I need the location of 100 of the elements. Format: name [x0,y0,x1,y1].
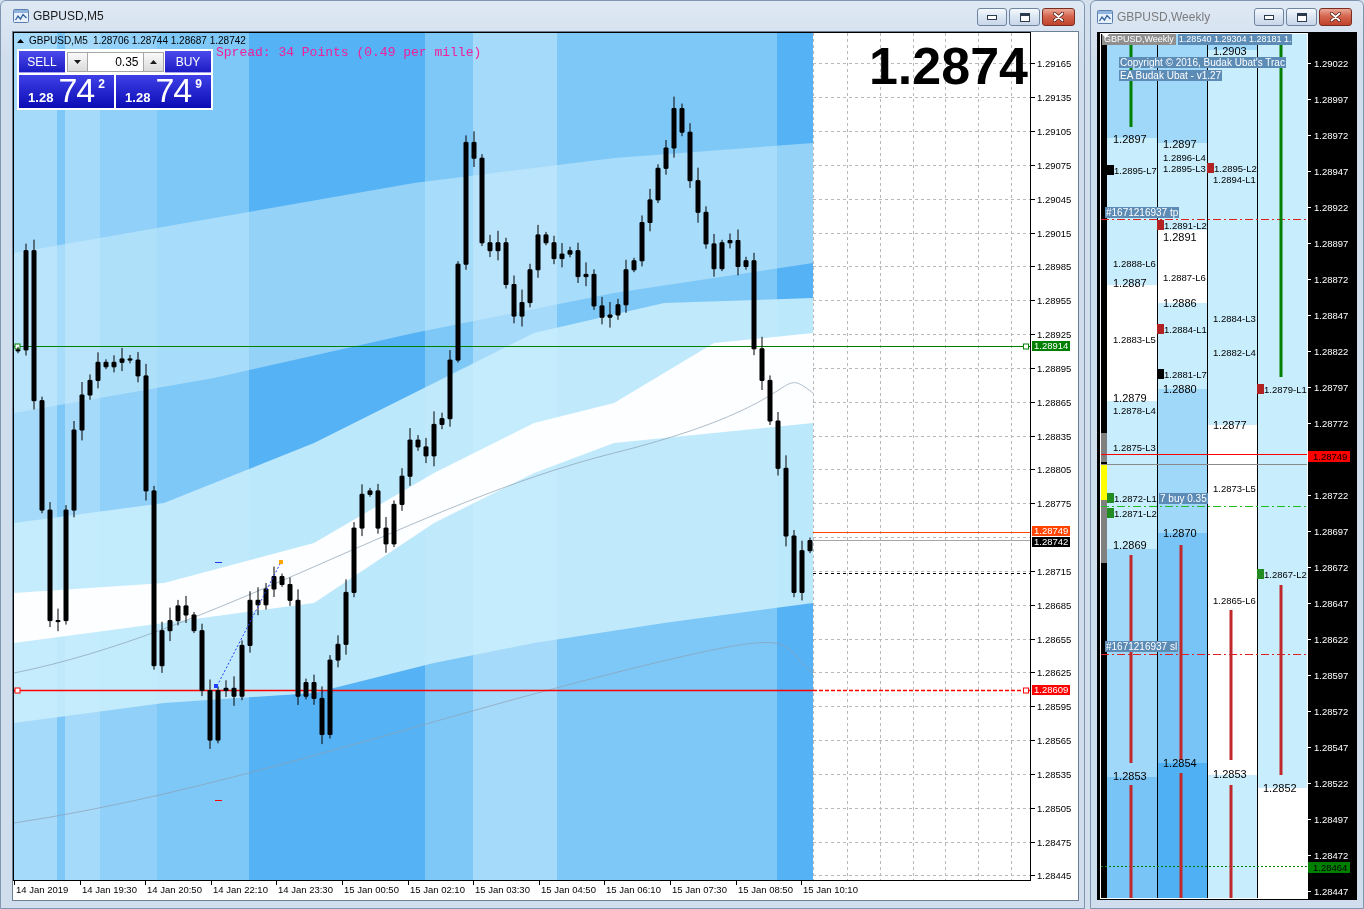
time-axis-label: 14 Jan 20:50 [147,884,202,895]
price-level-label: 1.2880 [1163,383,1197,395]
price-axis-label: 1.28595 [1037,701,1072,712]
time-axis-label: 15 Jan 03:30 [475,884,530,895]
chart-window-icon [1097,9,1113,24]
price-level-label: 1.2891 [1163,231,1197,243]
time-axis-label: 14 Jan 22:10 [213,884,268,895]
caret-down-icon[interactable] [1102,34,1109,38]
price-axis-label: 1.29135 [1037,92,1072,103]
price-axis-label: 1.29022 [1314,57,1349,69]
time-axis-label: 14 Jan 23:30 [278,884,333,895]
price-axis-label: 1.28535 [1037,769,1072,780]
level-label: 1.2871-L2 [1114,507,1157,519]
price-line-label: 1.28749 [1032,526,1071,536]
minimize-button[interactable] [1254,8,1284,26]
time-axis-label: 15 Jan 08:50 [738,884,793,895]
price-axis-label: 1.28655 [1037,634,1072,645]
chart-symbol: GBPUSD,M5 [29,35,88,47]
minimize-icon [1264,14,1274,20]
order-tag-label: #1671216937 sl [1105,640,1179,652]
expert-name-text: EA Budak Ubat - v1.27 [1119,70,1223,81]
time-axis-label: 15 Jan 02:10 [410,884,465,895]
price-axis-label: 1.28772 [1314,417,1349,429]
level-label: 1.2888-L6 [1113,257,1156,269]
price-axis-label: 1.28647 [1314,597,1349,609]
price-axis-label: 1.28897 [1314,237,1349,249]
level-label: 1.2891-L2 [1164,219,1207,231]
level-label: 1.2875-L3 [1113,441,1156,453]
price-level-label: 1.2879 [1113,392,1147,404]
level-label: 1.2879-L1 [1264,383,1307,395]
price-line-label: 1.28742 [1032,537,1071,547]
ohlc-values: 1.28540 1.29304 1.28181 1. [1177,34,1293,45]
time-axis-label: 15 Jan 06:10 [606,884,661,895]
ohlc-values: 1.28706 1.28744 1.28687 1.28742 [92,35,246,47]
price-line-label: 1.28914 [1032,341,1071,351]
price-axis-label: 1.28672 [1314,561,1349,573]
price-axis-label: 1.28522 [1314,777,1349,789]
price-axis-label: 1.28497 [1314,813,1349,825]
minimize-button[interactable] [977,8,1007,26]
price-level-label: 1.2869 [1113,539,1147,551]
chart-window-icon [13,9,29,23]
minimize-icon [987,14,997,20]
price-line-label: 1.28464 [1308,861,1351,873]
level-label: 1.2878-L4 [1113,404,1156,416]
price-level-label: 1.2903 [1213,45,1247,57]
time-axis-label: 15 Jan 07:30 [672,884,727,895]
caret-down-icon [73,60,81,64]
price-axis-label: 1.28972 [1314,129,1349,141]
close-icon [1053,12,1064,22]
price-axis-label: 1.28565 [1037,735,1072,746]
close-button[interactable] [1042,8,1075,26]
price-axis-label: 1.28985 [1037,261,1072,272]
price-level-label: 1.2897 [1163,138,1197,150]
maximize-button[interactable] [1009,8,1040,26]
level-label: 1.2894-L1 [1213,173,1256,185]
maximize-icon [1019,12,1030,22]
price-axis-label: 1.28697 [1314,525,1349,537]
time-axis-label: 14 Jan 19:30 [82,884,137,895]
price-axis-label: 1.28715 [1037,566,1072,577]
chart-symbol: GBPUSD,Weekly [1102,34,1176,45]
time-axis-label: 15 Jan 10:10 [803,884,858,895]
time-axis-label: 14 Jan 2019 [16,884,69,895]
level-label: 1.2872-L1 [1114,492,1157,504]
volume-down-button[interactable] [66,52,87,72]
level-label: 1.2884-L3 [1213,312,1256,324]
price-level-label: 1.2886 [1163,297,1197,309]
level-label: 1.2884-L1 [1164,323,1207,335]
price-axis-label: 1.28445 [1037,870,1072,881]
price-axis-label: 1.28447 [1314,885,1349,897]
price-axis-label: 1.29045 [1037,194,1072,205]
price-axis-label: 1.28622 [1314,633,1349,645]
price-axis-label: 1.28865 [1037,397,1072,408]
price-axis-label: 1.28997 [1314,93,1349,105]
price-axis-label: 1.28872 [1314,273,1349,285]
level-label: 1.2895-L2 [1214,162,1257,174]
price-line-label: 1.28609 [1032,685,1071,695]
level-label: 1.2895-L7 [1114,164,1157,176]
price-level-label: 1.2870 [1163,527,1197,539]
time-axis-label: 15 Jan 00:50 [344,884,399,895]
maximize-button[interactable] [1286,8,1317,26]
price-axis-label: 1.28722 [1314,489,1349,501]
price-level-label: 1.2854 [1163,757,1197,769]
price-line-label: 1.28749 [1308,450,1351,462]
price-axis-label: 1.29015 [1037,228,1072,239]
current-price-label: 1.2874 [868,40,1028,92]
price-axis-label: 1.29075 [1037,160,1072,171]
price-axis-label: 1.28625 [1037,667,1072,678]
level-label: 1.2873-L5 [1213,482,1256,494]
time-axis-label: 15 Jan 04:50 [541,884,596,895]
price-level-label: 1.2853 [1213,768,1247,780]
price-axis-label: 1.28475 [1037,837,1072,848]
price-level-label: 1.2853 [1113,770,1147,782]
caret-up-icon[interactable] [17,39,24,43]
sell-button[interactable]: SELL [19,51,65,73]
maximize-icon [1296,12,1307,22]
price-axis-label: 1.28895 [1037,363,1072,374]
close-button[interactable] [1319,8,1352,26]
price-axis-label: 1.29105 [1037,126,1072,137]
level-label: 1.2895-L3 [1163,162,1206,174]
level-label: 1.2881-L7 [1164,368,1207,380]
